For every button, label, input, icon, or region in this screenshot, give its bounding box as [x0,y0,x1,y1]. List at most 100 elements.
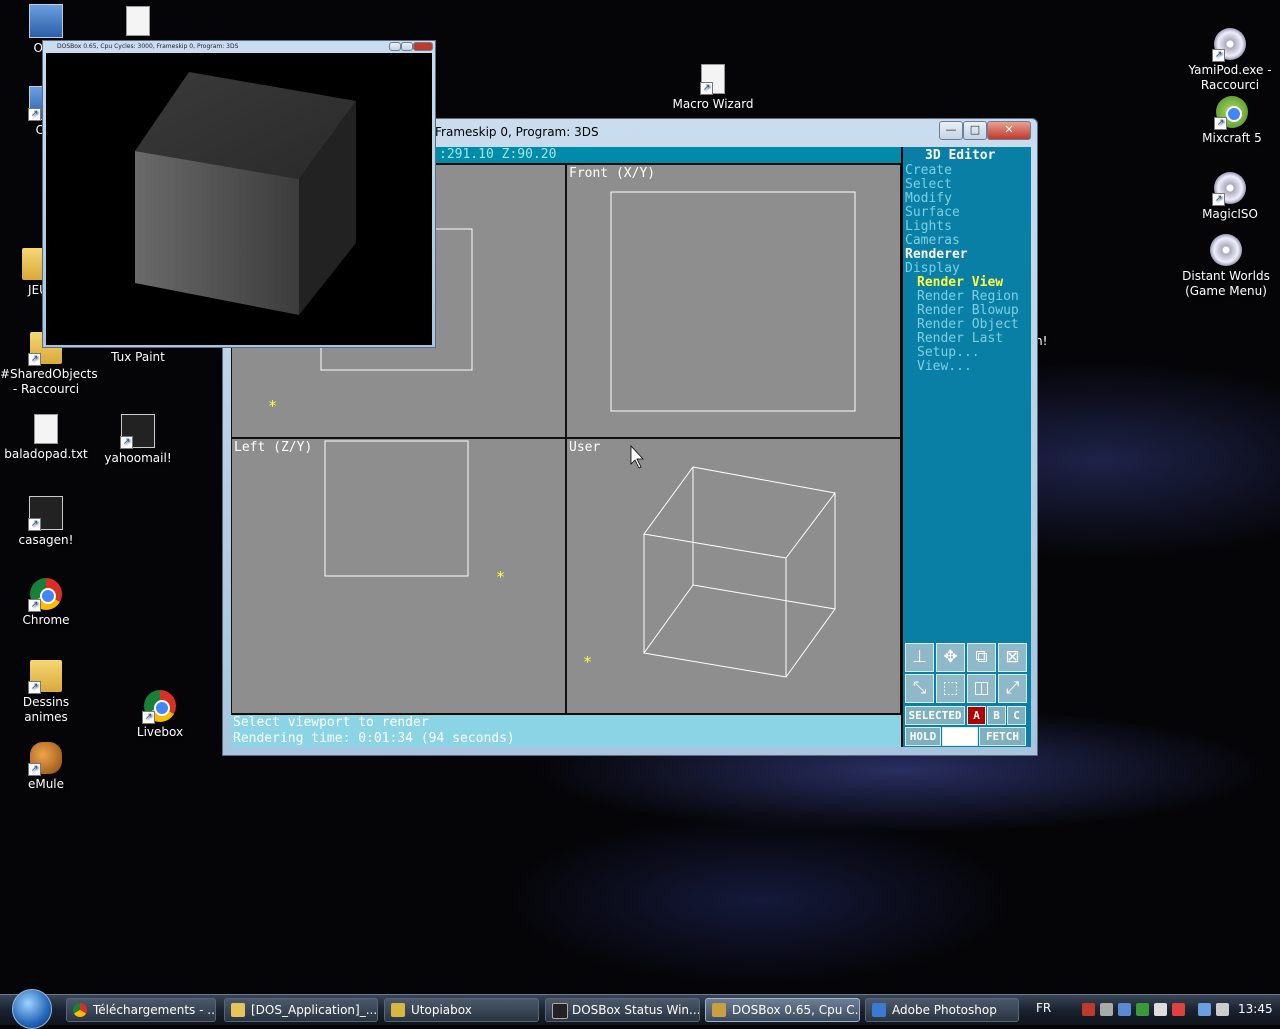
clock[interactable]: 13:45 [1238,1002,1273,1016]
macro-wizard-icon [700,64,725,95]
axis-icon[interactable]: ⊥ [905,643,934,672]
selected-button[interactable]: SELECTED [905,706,965,725]
zoom-all-icon[interactable]: ⊠ [998,643,1027,672]
desktop-icon-label: Livebox [136,725,184,739]
dosbox-icon [712,1003,726,1017]
antivirus-tray-icon[interactable] [1082,1003,1095,1016]
menu-select[interactable]: Select [905,178,952,192]
distant-worlds-icon [1210,234,1242,266]
menu-renderer[interactable]: Renderer [905,248,968,262]
taskbar-item-dos-application[interactable]: [DOS_Application]_... [224,998,378,1022]
selection-b-button[interactable]: B [987,706,1006,725]
desktop-icon-baladopad[interactable]: baladopad.txt [0,414,92,462]
desktop-icon-label: Chrome [22,613,70,627]
submenu-render-view[interactable]: Render View [917,276,1003,290]
fullscreen-icon[interactable]: ⤢ [998,674,1027,703]
magiciso-icon [1212,172,1246,206]
menu-modify[interactable]: Modify [905,192,952,206]
taskbar-item-utopiabox[interactable]: Utopiabox [384,998,539,1022]
computer-icon [29,4,63,38]
check-tray-icon[interactable] [1136,1003,1149,1016]
viewport-user[interactable]: User * [566,438,901,714]
pan-icon[interactable]: ✥ [936,643,965,672]
console-icon [552,1003,568,1019]
menu-display[interactable]: Display [905,262,960,276]
minimize-button[interactable] [389,42,401,51]
submenu-render-region[interactable]: Render Region [917,290,1019,304]
desktop-icon-macro-wizard[interactable]: Macro Wizard [667,64,759,112]
rendered-cube [135,72,356,315]
zoom-window-icon[interactable]: ⬚ [936,674,965,703]
desktop-icon-distant-worlds[interactable]: Distant Worlds (Game Menu) [1180,234,1272,299]
zoom-extents-icon[interactable]: ⧉ [967,643,996,672]
desktop-icon-text-file[interactable] [92,6,184,39]
maximize-button[interactable] [401,42,413,51]
submenu-view[interactable]: View... [917,360,972,374]
folder-icon [231,1003,245,1017]
window-title: DOSBox 0.65, Cpu Cycles: 3000, Frameskip… [57,43,239,50]
render-output-window[interactable]: DOSBox 0.65, Cpu Cycles: 3000, Frameskip… [42,40,436,348]
taskbar-item-telechargements[interactable]: Téléchargements - ... [66,998,216,1022]
desktop-icon-mixcraft[interactable]: Mixcraft 5 [1186,96,1278,146]
desktop-icon-label: Dessins animes [22,695,70,724]
emule-icon [28,742,62,776]
taskbar: Téléchargements - ... [DOS_Application]_… [0,989,1280,1029]
menu-create[interactable]: Create [905,164,952,178]
shield-tray-icon[interactable] [1154,1003,1167,1016]
desktop-icon-label: MagicISO [1202,207,1258,221]
fetch-button[interactable]: FETCH [979,727,1026,746]
close-button[interactable]: ✕ [987,121,1031,140]
steam-tray-icon[interactable] [1100,1003,1113,1016]
submenu-render-object[interactable]: Render Object [917,318,1019,332]
acrobat-tray-icon[interactable] [1172,1003,1185,1016]
view-box-icon[interactable]: ◫ [967,674,996,703]
desktop-icon-chrome[interactable]: Chrome [0,578,92,628]
yahoomail-icon [120,414,155,449]
volume-tray-icon[interactable] [1216,1003,1229,1016]
chrome-icon [142,690,176,724]
desktop-icon-tux-paint[interactable]: Tux Paint [92,350,184,365]
menu-lights[interactable]: Lights [905,220,952,234]
viewport-left[interactable]: Left (Z/Y) * [231,438,566,714]
status-render-time: Rendering time: 0:01:34 (94 seconds) [233,731,515,746]
folder-shortcut-icon [28,660,62,694]
menu-surface[interactable]: Surface [905,206,960,220]
submenu-setup[interactable]: Setup... [917,346,980,360]
desktop-icon-magiciso[interactable]: MagicISO [1184,172,1276,222]
selection-a-button[interactable]: A [967,706,986,725]
language-indicator[interactable]: FR [1036,1001,1051,1015]
yamipod-icon [1212,28,1246,62]
desktop-icon-label: eMule [27,777,65,791]
monitor-tray-icon[interactable] [1198,1003,1211,1016]
top-view-light-icon: * [268,397,277,415]
minimize-button[interactable]: — [939,121,963,140]
zoom-in-icon[interactable]: ⤡ [905,674,934,703]
viewport-front[interactable]: Front (X/Y) [566,164,901,438]
submenu-render-last[interactable]: Render Last [917,332,1003,346]
cube-front-face [135,151,299,315]
desktop-icon-label: YamiPod.exe - Raccourci [1188,63,1272,92]
desktop-icon-dessins-animes[interactable]: Dessins animes [0,660,92,725]
desktop-icon-label: baladopad.txt [4,447,88,461]
start-button[interactable] [12,989,52,1029]
coordinate-readout: :291.10 Z:90.20 [439,147,557,162]
hold-slot[interactable] [942,727,978,746]
desktop-icon-yahoomail[interactable]: yahoomail! [92,414,184,466]
network-tray-icon[interactable] [1118,1003,1131,1016]
maximize-button[interactable]: □ [963,121,987,140]
menu-cameras[interactable]: Cameras [905,234,960,248]
user-view-wireframe-cube [643,466,836,678]
selection-c-button[interactable]: C [1007,706,1026,725]
chrome-icon [73,1003,87,1017]
close-button[interactable] [413,42,433,51]
desktop-icon-emule[interactable]: eMule [0,742,92,792]
hold-button[interactable]: HOLD [905,727,941,746]
taskbar-item-dosbox-status[interactable]: DOSBox Status Win... [545,998,700,1022]
taskbar-item-photoshop[interactable]: Adobe Photoshop [865,998,1019,1022]
desktop-icon-casagen[interactable]: casagen! [0,496,92,548]
taskbar-item-dosbox[interactable]: DOSBox 0.65, Cpu C... [705,998,860,1022]
desktop-icon-livebox[interactable]: Livebox [114,690,206,740]
desktop-icon-yamipod[interactable]: YamiPod.exe - Raccourci [1184,28,1276,93]
submenu-render-blowup[interactable]: Render Blowup [917,304,1019,318]
viewport-user-canvas: * [583,444,836,678]
